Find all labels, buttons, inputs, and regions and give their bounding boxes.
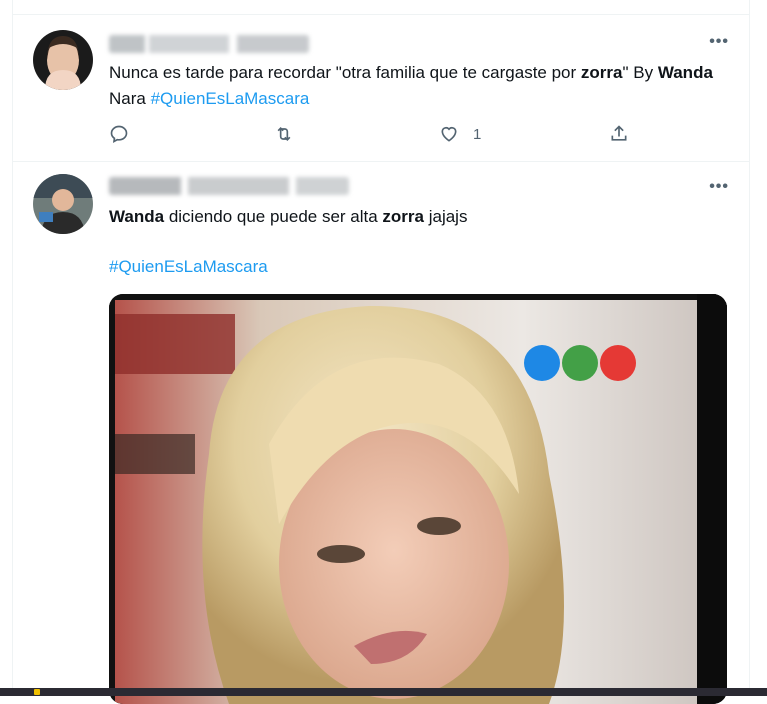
timeline: ••• Nunca es tarde para recordar "otra f… [12,0,750,704]
tweet-media-image[interactable] [109,294,727,704]
channel-logo-icon [524,345,560,381]
tweet-text-bold: Wanda [109,207,165,226]
tweet-actions: 1 [109,122,629,146]
tweet-text-part: jajajs [424,207,468,226]
like-count: 1 [473,125,482,143]
tweet[interactable]: ••• Wanda diciendo que puede ser alta zo… [13,162,749,704]
reply-button[interactable] [109,122,129,146]
tweet-hashtag-line: #QuienEsLaMascara [109,254,729,280]
tweet[interactable]: ••• Nunca es tarde para recordar "otra f… [13,15,749,162]
tweet-text-part: Nunca es tarde para recordar "otra famil… [109,63,581,82]
tweet-text-bold: Wanda [657,63,713,82]
tweet-text-part: " By [622,63,658,82]
heart-icon [441,126,457,142]
avatar[interactable] [33,30,93,90]
media-photo [109,294,727,704]
tweet-text-bold: zorra [580,63,623,82]
reply-icon [110,125,128,144]
share-icon [611,125,627,141]
retweet-icon [277,126,291,142]
retweet-button[interactable] [274,122,294,146]
tweet-text: Nunca es tarde para recordar "otra famil… [109,60,729,112]
tweet-text-part: diciendo que puede ser alta [164,207,383,226]
taskbar-strip [0,688,767,696]
more-options-button[interactable]: ••• [709,178,729,196]
more-options-button[interactable]: ••• [709,33,729,51]
hashtag-link[interactable]: #QuienEsLaMascara [109,257,268,276]
tweet-text-part: Nara [109,89,151,108]
taskbar-icon [34,689,40,695]
tweet-text: Wanda diciendo que puede ser alta zorra … [109,204,729,230]
author-name-blurred[interactable] [109,35,309,53]
share-button[interactable] [609,122,629,146]
channel-logo-icon [600,345,636,381]
like-button[interactable]: 1 [439,122,481,146]
author-name-blurred[interactable] [109,177,349,195]
avatar[interactable] [33,174,93,234]
tweet-text-bold: zorra [382,207,424,226]
channel-logo-icon [562,345,598,381]
previous-tweet-edge [13,0,749,15]
hashtag-link[interactable]: #QuienEsLaMascara [151,89,310,108]
